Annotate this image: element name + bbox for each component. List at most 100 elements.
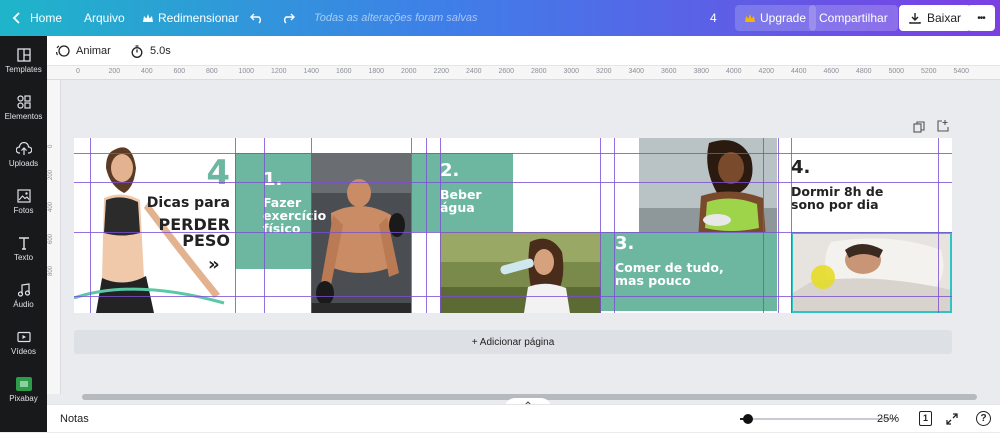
chevron-left-icon — [12, 12, 20, 24]
ruler-tick-label: 4400 — [791, 68, 807, 75]
guide-line — [235, 138, 236, 313]
animate-button[interactable]: Animar — [56, 36, 111, 66]
ruler-tick-label: 600 — [48, 233, 54, 244]
save-status: Todas as alterações foram salvas — [314, 12, 478, 24]
sidebar-item-videos[interactable]: Vídeos — [0, 324, 47, 370]
tip4-photo-selected[interactable] — [791, 232, 952, 313]
crown-icon — [745, 13, 755, 22]
sidebar-item-elements[interactable]: Elementos — [0, 89, 47, 135]
ruler-tick-label: 2200 — [433, 68, 450, 75]
sidebar-item-photos[interactable]: Fotos — [0, 183, 47, 229]
share-button[interactable]: Compartilhar — [809, 5, 898, 31]
photos-icon — [16, 189, 31, 203]
home-label: Home — [30, 11, 63, 25]
arrows-icon[interactable]: » — [208, 255, 220, 274]
tip3-text[interactable]: Comer de tudo, mas pouco — [615, 261, 724, 288]
upgrade-button[interactable]: Upgrade — [735, 5, 817, 31]
upload-icon — [15, 142, 32, 155]
sidebar-item-templates[interactable]: Templates — [0, 42, 47, 88]
guide-line — [600, 138, 601, 313]
ruler-tick-label: 3200 — [596, 68, 612, 75]
ruler-tick-label: 400 — [141, 68, 153, 75]
intro-big-text[interactable]: PERDER PESO — [134, 216, 230, 250]
ruler-tick-label: 4000 — [726, 68, 742, 75]
fullscreen-button[interactable] — [946, 413, 958, 428]
zoom-slider[interactable] — [740, 414, 896, 424]
home-button[interactable]: Home — [12, 0, 62, 36]
sidebar-item-audio[interactable]: Áudio — [0, 277, 47, 323]
upgrade-label: Upgrade — [760, 11, 807, 25]
scroll-left-arrow[interactable] — [74, 396, 80, 400]
ruler-tick-label: 1000 — [238, 68, 255, 75]
tip1-text[interactable]: Fazer exercício físico — [263, 196, 326, 235]
tip3-number[interactable]: 3. — [615, 234, 634, 253]
sidebar-label: Áudio — [13, 300, 34, 309]
more-button[interactable]: ••• — [967, 5, 995, 31]
undo-icon — [250, 13, 261, 24]
ruler-tick-label: 4200 — [758, 68, 775, 75]
tip4-text[interactable]: Dormir 8h de sono por dia — [791, 185, 883, 212]
zoom-slider-knob[interactable] — [742, 414, 753, 424]
tip1-number[interactable]: 1. — [263, 170, 282, 189]
guide-line — [74, 296, 952, 297]
redo-button[interactable] — [281, 0, 295, 36]
ruler-tick-label: 800 — [48, 265, 54, 276]
design-count[interactable]: 4 — [710, 0, 717, 36]
sidebar-label: Texto — [13, 253, 34, 262]
intro-title[interactable]: Dicas para — [146, 196, 230, 211]
sidebar-item-pixabay[interactable]: Pixabay — [0, 371, 47, 417]
expand-icon — [946, 413, 958, 425]
download-icon — [909, 13, 921, 24]
tip4-number[interactable]: 4. — [791, 158, 810, 177]
sidebar-label: Uploads — [8, 159, 39, 168]
sidebar-item-text[interactable]: Texto — [0, 230, 47, 276]
bottom-bar: Notas 25% 1 ? — [47, 404, 1000, 432]
intro-number[interactable]: 4 — [202, 156, 230, 191]
more-label: ••• — [977, 12, 985, 24]
add-page-button[interactable]: + Adicionar página — [74, 330, 952, 354]
timer-icon — [131, 44, 143, 58]
horizontal-ruler: 0 200 400 600 800 1000 1200 1400 1600 1800 2000 220… — [47, 66, 1000, 80]
ruler-tick-label: 2400 — [466, 68, 482, 75]
page-indicator[interactable]: 1 — [919, 411, 932, 426]
guide-line — [311, 138, 312, 313]
ruler-tick-label: 200 — [48, 169, 54, 180]
top-bar: Home Arquivo Redimensionar Todas as alte… — [0, 0, 1000, 36]
sidebar-item-uploads[interactable]: Uploads — [0, 136, 47, 182]
guide-line — [440, 138, 441, 313]
download-label: Baixar — [927, 11, 962, 25]
ruler-tick-label: 0 — [48, 144, 54, 148]
duration-label: 5.0s — [150, 45, 171, 57]
guide-line — [90, 138, 91, 313]
tip2-text[interactable]: Beber água — [440, 188, 482, 215]
ruler-tick-label: 2800 — [531, 68, 547, 75]
undo-button[interactable] — [250, 0, 264, 36]
ruler-tick-label: 1800 — [368, 68, 385, 75]
help-icon[interactable]: ? — [976, 411, 991, 426]
tip2-photo[interactable] — [440, 232, 601, 313]
ruler-tick-label: 4600 — [823, 68, 840, 75]
new-page-icon — [937, 120, 949, 132]
resize-button[interactable]: Redimensionar — [143, 0, 239, 36]
duplicate-page-button[interactable] — [913, 120, 925, 138]
sidebar-label: Vídeos — [11, 347, 36, 356]
animate-icon — [56, 45, 70, 57]
ruler-tick-label: 1600 — [336, 68, 352, 75]
duration-button[interactable]: 5.0s — [131, 36, 171, 66]
pixabay-icon — [15, 377, 32, 391]
ruler-tick-label: 3000 — [563, 68, 580, 75]
notes-button[interactable]: Notas — [60, 405, 89, 433]
ruler-tick-label: 800 — [206, 68, 218, 75]
add-page-icon-button[interactable] — [937, 119, 949, 137]
tip2-number[interactable]: 2. — [440, 161, 459, 180]
guide-line — [264, 138, 265, 313]
crown-icon — [143, 13, 153, 22]
zoom-level[interactable]: 25% — [877, 405, 899, 433]
download-button[interactable]: Baixar — [899, 5, 972, 31]
file-label: Arquivo — [84, 11, 125, 25]
resize-label: Redimensionar — [158, 11, 239, 25]
file-menu[interactable]: Arquivo — [84, 0, 125, 36]
design-canvas[interactable]: 4 Dicas para PERDER PESO » 1. Fazer exer… — [74, 138, 952, 313]
guide-line — [791, 138, 792, 313]
sidebar-label: Fotos — [13, 206, 34, 215]
